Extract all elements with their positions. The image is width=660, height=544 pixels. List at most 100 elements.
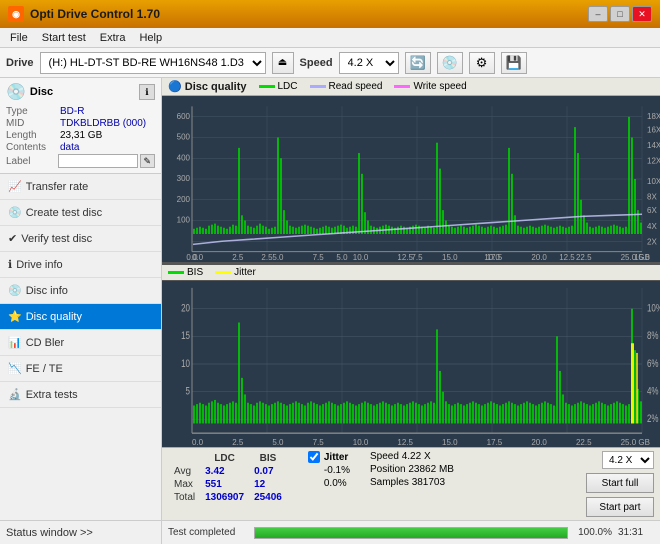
speed-select[interactable]: 4.2 X Max 8 X (339, 52, 399, 74)
svg-text:8%: 8% (647, 330, 659, 343)
sidebar-item-disc-info[interactable]: 💿 Disc info (0, 278, 161, 304)
disc-button[interactable]: 💿 (437, 52, 463, 74)
menu-file[interactable]: File (4, 30, 34, 46)
status-window-label: Status window >> (6, 527, 93, 539)
speed-section-value: 4.22 X (402, 451, 431, 462)
start-full-button[interactable]: Start full (586, 473, 654, 493)
save-button[interactable]: 💾 (501, 52, 527, 74)
window-controls[interactable]: – □ ✕ (588, 6, 652, 22)
menu-bar: File Start test Extra Help (0, 28, 660, 48)
svg-text:100: 100 (177, 215, 191, 224)
col-header-ldc: LDC (201, 453, 248, 464)
sidebar-item-fe-te[interactable]: 📉 FE / TE (0, 356, 161, 382)
svg-text:2%: 2% (647, 413, 659, 426)
menu-extra[interactable]: Extra (94, 30, 132, 46)
jitter-label: Jitter (234, 267, 256, 278)
disc-quality-title: 🔵 Disc quality (168, 80, 247, 93)
sidebar-item-transfer-rate[interactable]: 📈 Transfer rate (0, 174, 161, 200)
jitter-avg-val: -0.1% (324, 465, 350, 476)
disc-label-input[interactable] (58, 154, 138, 168)
avg-label: Avg (170, 466, 199, 477)
drive-label: Drive (6, 57, 34, 69)
total-bis: 25406 (250, 492, 286, 503)
menu-help[interactable]: Help (133, 30, 168, 46)
legend-ldc: LDC (259, 81, 298, 92)
minimize-button[interactable]: – (588, 6, 608, 22)
stats-row-total: Total 1306907 25406 (170, 492, 286, 503)
col-header-bis: BIS (250, 453, 286, 464)
position-value: 23862 MB (408, 464, 454, 475)
speed-label: Speed (300, 57, 333, 69)
lower-chart: 20 15 10 5 10% 8% 6% 4% 2% (162, 281, 660, 447)
progress-bar-inner (255, 528, 567, 538)
disc-length-row: Length 23,31 GB (6, 130, 155, 141)
max-ldc: 551 (201, 479, 248, 490)
jitter-max-val: 0.0% (324, 478, 347, 489)
toolbar: Drive (H:) HL-DT-ST BD-RE WH16NS48 1.D3 … (0, 48, 660, 78)
disc-mid-row: MID TDKBLDRBB (000) (6, 118, 155, 129)
disc-length-value: 23,31 GB (60, 130, 102, 141)
refresh-button[interactable]: 🔄 (405, 52, 431, 74)
svg-text:7.5: 7.5 (411, 253, 423, 262)
read-speed-color (310, 85, 326, 88)
menu-start-test[interactable]: Start test (36, 30, 92, 46)
status-text: Test completed (168, 527, 248, 538)
content-area: 🔵 Disc quality LDC Read speed Write spee… (162, 78, 660, 544)
svg-text:4%: 4% (647, 385, 659, 398)
speed-select-stats[interactable]: 4.2 X Max 8 X (602, 451, 654, 469)
jitter-color (215, 271, 231, 274)
title-bar: ◉ Opti Drive Control 1.70 – □ ✕ (0, 0, 660, 28)
disc-contents-value: data (60, 142, 79, 153)
disc-type-label: Type (6, 106, 60, 117)
app-title: Opti Drive Control 1.70 (30, 7, 160, 21)
sidebar-item-verify-test-disc[interactable]: ✔ Verify test disc (0, 226, 161, 252)
sidebar-item-label: Verify test disc (21, 233, 92, 245)
disc-panel: 💿 Disc ℹ Type BD-R MID TDKBLDRBB (000) L… (0, 78, 161, 174)
samples-label: Samples (370, 477, 412, 488)
position-label: Position (370, 464, 408, 475)
svg-text:10%: 10% (647, 302, 660, 315)
disc-label-button[interactable]: ✎ (140, 154, 155, 168)
svg-text:600: 600 (177, 112, 191, 121)
svg-text:6X: 6X (647, 206, 657, 215)
progress-percentage: 100.0% (574, 527, 612, 538)
sidebar-item-label: Disc quality (26, 311, 82, 323)
sidebar-item-disc-quality[interactable]: ⭐ Disc quality (0, 304, 161, 330)
disc-info-button[interactable]: ℹ (139, 84, 155, 100)
svg-text:200: 200 (177, 195, 191, 204)
sidebar-item-drive-info[interactable]: ℹ Drive info (0, 252, 161, 278)
stats-row-avg: Avg 3.42 0.07 (170, 466, 286, 477)
eject-button[interactable]: ⏏ (272, 52, 294, 74)
jitter-header: Jitter (308, 451, 350, 463)
create-test-disc-icon: 💿 (8, 206, 22, 219)
svg-text:18X: 18X (647, 112, 660, 121)
disc-type-value: BD-R (60, 106, 84, 117)
jitter-checkbox[interactable] (308, 451, 320, 463)
sidebar-item-label: CD Bler (26, 337, 65, 349)
legend-jitter: Jitter (215, 267, 256, 278)
svg-text:8X: 8X (647, 193, 657, 202)
nav-items: 📈 Transfer rate 💿 Create test disc ✔ Ver… (0, 174, 161, 520)
lower-chart-header: BIS Jitter (162, 264, 660, 281)
svg-text:10X: 10X (647, 177, 660, 186)
maximize-button[interactable]: □ (610, 6, 630, 22)
disc-panel-header: 💿 Disc ℹ (6, 82, 155, 102)
svg-text:400: 400 (177, 153, 191, 162)
close-button[interactable]: ✕ (632, 6, 652, 22)
disc-quality-icon: ⭐ (8, 310, 22, 323)
stats-row-max: Max 551 12 (170, 479, 286, 490)
svg-text:10.0: 10.0 (484, 253, 500, 262)
bis-color (168, 271, 184, 274)
sidebar-item-extra-tests[interactable]: 🔬 Extra tests (0, 382, 161, 408)
max-label: Max (170, 479, 199, 490)
sidebar-item-create-test-disc[interactable]: 💿 Create test disc (0, 200, 161, 226)
sidebar-item-cd-bler[interactable]: 📊 CD Bler (0, 330, 161, 356)
svg-text:15: 15 (181, 330, 190, 343)
jitter-label-text: Jitter (324, 452, 348, 463)
upper-chart-svg: 600 500 400 300 200 100 18X 16X 14X 12X … (162, 96, 660, 262)
start-part-button[interactable]: Start part (586, 497, 654, 517)
sidebar-item-label: Create test disc (26, 207, 102, 219)
disc-length-label: Length (6, 130, 60, 141)
settings-button[interactable]: ⚙ (469, 52, 495, 74)
drive-select[interactable]: (H:) HL-DT-ST BD-RE WH16NS48 1.D3 (40, 52, 266, 74)
